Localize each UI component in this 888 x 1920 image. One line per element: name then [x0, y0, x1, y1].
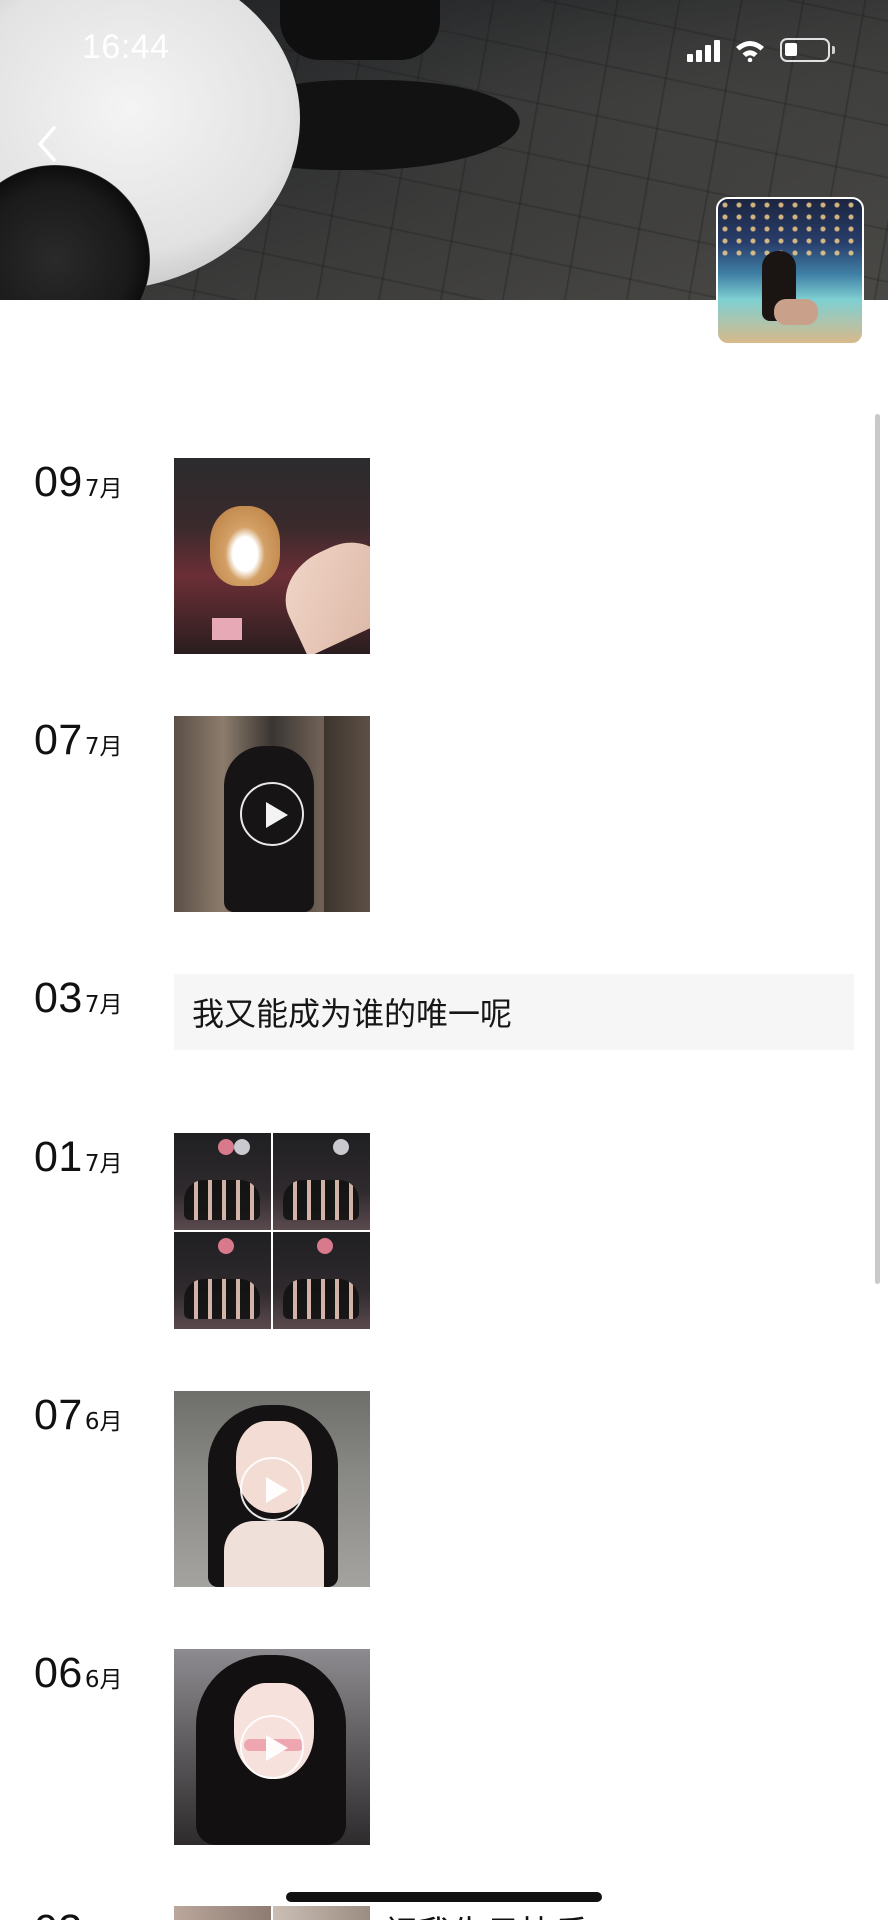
- entry-day: 03: [34, 1906, 83, 1920]
- grid-cell: [273, 1133, 370, 1230]
- wifi-icon: [736, 41, 764, 62]
- grid-cell: [273, 1232, 370, 1329]
- thumb-art: [212, 618, 242, 640]
- photo-grid-thumbnail[interactable]: [174, 1133, 370, 1329]
- battery-icon: [780, 38, 835, 62]
- entry-day: 03: [34, 974, 83, 1022]
- thumb-art: [224, 1521, 324, 1587]
- entry-month: 7月: [84, 1151, 123, 1177]
- thumb-art: [283, 1279, 359, 1319]
- home-indicator[interactable]: [286, 1892, 602, 1902]
- battery-level: [785, 43, 797, 56]
- thumb-art: [270, 528, 370, 654]
- thumb-art: [273, 1906, 370, 1920]
- video-thumbnail[interactable]: [174, 1649, 370, 1845]
- thumb-art: [324, 716, 370, 912]
- thumb-art: [333, 1139, 349, 1155]
- photo-thumbnail[interactable]: [174, 458, 370, 654]
- entry-month: 6月: [84, 1667, 123, 1693]
- video-thumbnail[interactable]: [174, 1391, 370, 1587]
- play-icon: [240, 782, 304, 846]
- entry-date: 07 7月: [34, 716, 122, 765]
- thumb-art: [218, 1238, 234, 1254]
- thumb-art: [184, 1180, 260, 1220]
- text-post[interactable]: 祝我生日快乐: [384, 1906, 588, 1920]
- thumb-art: [234, 1139, 250, 1155]
- play-icon: [240, 1457, 304, 1521]
- entry-day: 06: [34, 1649, 83, 1697]
- photo-thumbnail[interactable]: [174, 1906, 370, 1920]
- scrollbar[interactable]: [875, 414, 880, 1284]
- grid-cell: [174, 1133, 271, 1230]
- play-icon: [240, 1715, 304, 1779]
- entry-date: 01 7月: [34, 1133, 122, 1182]
- avatar-figure-skin: [774, 299, 818, 325]
- entry-month: 7月: [84, 476, 123, 502]
- entry-day: 07: [34, 1391, 83, 1439]
- thumb-art: [317, 1238, 333, 1254]
- video-thumbnail[interactable]: [174, 716, 370, 912]
- profile-avatar[interactable]: [716, 197, 864, 345]
- entry-date: 07 6月: [34, 1391, 122, 1440]
- chevron-left-icon[interactable]: [30, 120, 66, 168]
- entry-date: 09 7月: [34, 458, 122, 507]
- thumb-art: [210, 506, 280, 586]
- text-post[interactable]: 我又能成为谁的唯一呢: [174, 974, 854, 1050]
- battery-nub: [832, 46, 835, 54]
- entry-month: 7月: [84, 734, 123, 760]
- entry-day: 09: [34, 458, 83, 506]
- cover-car-tire: [280, 0, 440, 60]
- thumb-art: [283, 1180, 359, 1220]
- grid-cell: [174, 1232, 271, 1329]
- entry-date: 03 7月: [34, 974, 122, 1023]
- entry-day: 07: [34, 716, 83, 764]
- cellular-signal-icon: [687, 38, 720, 62]
- thumb-art: [184, 1279, 260, 1319]
- entry-month: 7月: [84, 992, 123, 1018]
- entry-date: 03: [34, 1906, 85, 1920]
- thumb-art: [174, 1906, 271, 1920]
- status-time: 16:44: [82, 28, 170, 66]
- avatar-lights: [718, 199, 862, 259]
- entry-month: 6月: [84, 1409, 123, 1435]
- entry-date: 06 6月: [34, 1649, 122, 1698]
- status-icons: [687, 36, 835, 64]
- entry-day: 01: [34, 1133, 83, 1181]
- thumb-art: [218, 1139, 234, 1155]
